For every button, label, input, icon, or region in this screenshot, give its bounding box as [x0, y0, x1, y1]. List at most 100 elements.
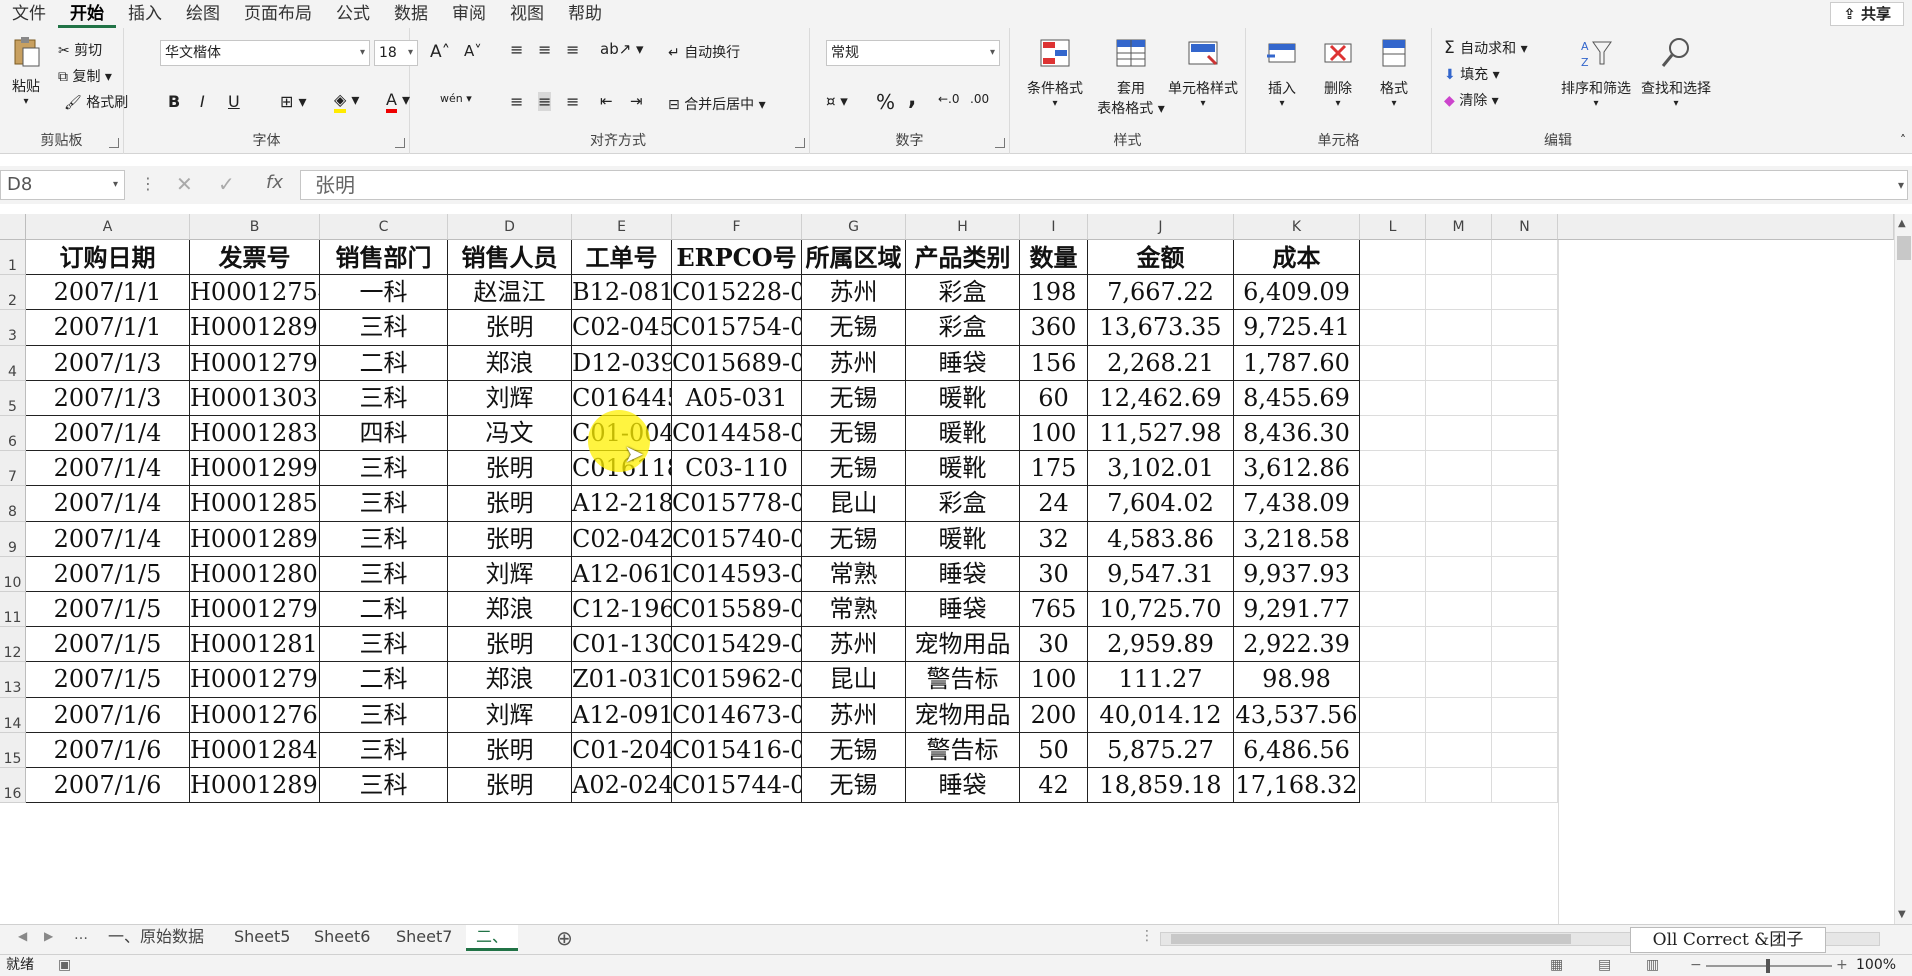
table-cell[interactable]: 常熟 — [802, 556, 906, 592]
align-left-icon[interactable]: ≡ — [510, 92, 523, 111]
sheet-tab[interactable]: Sheet6 — [304, 925, 380, 951]
table-cell[interactable] — [1492, 416, 1558, 452]
table-cell[interactable]: 3,102.01 — [1088, 451, 1234, 487]
zoom-level[interactable]: 100% — [1856, 955, 1896, 975]
table-cell[interactable]: 张明 — [448, 486, 572, 522]
table-cell[interactable]: C015416-001 — [672, 732, 802, 768]
column-header[interactable]: K — [1234, 214, 1360, 240]
header-cell[interactable]: 金额 — [1088, 240, 1234, 276]
header-cell[interactable] — [1426, 240, 1492, 276]
zoom-slider-thumb[interactable] — [1766, 959, 1770, 973]
table-cell[interactable]: 7,438.09 — [1234, 486, 1360, 522]
header-cell[interactable]: 销售人员 — [448, 240, 572, 276]
table-cell[interactable] — [1360, 556, 1426, 592]
confirm-icon[interactable]: ✓ — [218, 172, 235, 196]
table-cell[interactable] — [1426, 592, 1492, 628]
zoom-slider[interactable] — [1706, 959, 1832, 973]
table-cell[interactable] — [1360, 416, 1426, 452]
font-name-select[interactable]: 华文楷体 ▾ — [160, 40, 370, 66]
paste-button[interactable]: 粘贴 ▾ — [4, 34, 48, 107]
table-cell[interactable]: H00012754 — [190, 275, 320, 311]
increase-indent-icon[interactable]: ⇥ — [630, 92, 643, 110]
table-cell[interactable] — [1492, 627, 1558, 663]
wrap-text-button[interactable]: ↵ 自动换行 — [668, 42, 740, 62]
decrease-decimal-icon[interactable]: .00 — [970, 92, 989, 106]
table-cell[interactable]: 6,486.56 — [1234, 732, 1360, 768]
table-cell[interactable]: 三科 — [320, 627, 448, 663]
scroll-thumb[interactable] — [1897, 236, 1911, 260]
page-break-icon[interactable]: ▥ — [1646, 955, 1659, 975]
select-all-corner[interactable] — [0, 214, 26, 240]
italic-button[interactable]: I — [200, 92, 205, 111]
table-cell[interactable] — [1492, 732, 1558, 768]
table-cell[interactable]: 30 — [1020, 627, 1088, 663]
row-header[interactable]: 1 — [0, 240, 26, 276]
merge-center-button[interactable]: ⊟ 合并后居中 ▾ — [668, 94, 766, 114]
table-cell[interactable]: C015689-002 — [672, 345, 802, 381]
column-header[interactable]: I — [1020, 214, 1088, 240]
row-header[interactable]: 12 — [0, 627, 26, 663]
add-sheet-icon[interactable]: ⊕ — [556, 926, 573, 950]
table-cell[interactable]: 111.27 — [1088, 662, 1234, 698]
table-cell[interactable]: 42 — [1020, 768, 1088, 804]
table-cell[interactable]: 彩盒 — [906, 275, 1020, 311]
column-header[interactable]: D — [448, 214, 572, 240]
column-header[interactable]: J — [1088, 214, 1234, 240]
table-cell[interactable]: 100 — [1020, 662, 1088, 698]
table-cell[interactable]: 昆山 — [802, 486, 906, 522]
column-header[interactable]: F — [672, 214, 802, 240]
sort-filter-button[interactable]: AZ 排序和筛选 ▾ — [1556, 36, 1636, 109]
table-cell[interactable]: A12-061 — [572, 556, 672, 592]
table-cell[interactable]: H00012792 — [190, 592, 320, 628]
row-header[interactable]: 11 — [0, 592, 26, 628]
row-header[interactable]: 4 — [0, 345, 26, 381]
table-cell[interactable] — [1492, 592, 1558, 628]
increase-decimal-icon[interactable]: ←.0 — [938, 92, 960, 106]
align-middle-icon[interactable]: ≡ — [538, 40, 551, 59]
format-button[interactable]: 格式 ▾ — [1368, 36, 1420, 109]
table-cell[interactable]: C12-196 — [572, 592, 672, 628]
sheet-tab[interactable]: 一、原始数据 — [98, 925, 214, 951]
collapse-ribbon-icon[interactable]: ˄ — [1900, 133, 1906, 147]
table-cell[interactable]: 暖靴 — [906, 451, 1020, 487]
table-cell[interactable]: 12,462.69 — [1088, 380, 1234, 416]
share-button[interactable]: ⇪ 共享 — [1830, 2, 1904, 26]
column-header[interactable]: M — [1426, 214, 1492, 240]
next-sheet-icon[interactable]: ▶ — [44, 929, 53, 943]
table-cell[interactable] — [1426, 556, 1492, 592]
table-cell[interactable] — [1426, 345, 1492, 381]
table-cell[interactable]: 175 — [1020, 451, 1088, 487]
table-cell[interactable] — [1360, 662, 1426, 698]
table-cell[interactable]: 苏州 — [802, 345, 906, 381]
table-cell[interactable]: 宠物用品 — [906, 697, 1020, 733]
table-cell[interactable] — [1360, 310, 1426, 346]
row-header[interactable]: 13 — [0, 662, 26, 698]
table-cell[interactable] — [1426, 310, 1492, 346]
table-cell[interactable]: 无锡 — [802, 732, 906, 768]
table-cell[interactable]: Z01-031 — [572, 662, 672, 698]
copy-button[interactable]: ⧉ 复制 ▾ — [58, 66, 112, 86]
cancel-icon[interactable]: ✕ — [176, 172, 193, 196]
table-cell[interactable] — [1426, 768, 1492, 804]
table-cell[interactable]: H00012810 — [190, 627, 320, 663]
conditional-format-button[interactable]: 条件格式 ▾ — [1014, 36, 1096, 109]
table-cell[interactable]: 暖靴 — [906, 521, 1020, 557]
header-cell[interactable]: 销售部门 — [320, 240, 448, 276]
table-cell[interactable]: 二科 — [320, 345, 448, 381]
row-header[interactable]: 7 — [0, 451, 26, 487]
align-top-icon[interactable]: ≡ — [510, 40, 523, 59]
table-cell[interactable]: C014673-009 — [672, 697, 802, 733]
table-cell[interactable] — [1426, 380, 1492, 416]
table-cell[interactable]: 三科 — [320, 380, 448, 416]
table-cell[interactable]: C01-004 — [572, 416, 672, 452]
table-cell[interactable]: A02-024 — [572, 768, 672, 804]
header-cell[interactable]: 发票号 — [190, 240, 320, 276]
table-cell[interactable]: 9,937.93 — [1234, 556, 1360, 592]
align-right-icon[interactable]: ≡ — [566, 92, 579, 111]
prev-sheet-icon[interactable]: ◀ — [18, 929, 27, 943]
table-cell[interactable]: 4,583.86 — [1088, 521, 1234, 557]
table-cell[interactable]: 张明 — [448, 627, 572, 663]
insert-button[interactable]: 插入 ▾ — [1256, 36, 1308, 109]
table-cell[interactable] — [1360, 732, 1426, 768]
table-cell[interactable]: 三科 — [320, 521, 448, 557]
